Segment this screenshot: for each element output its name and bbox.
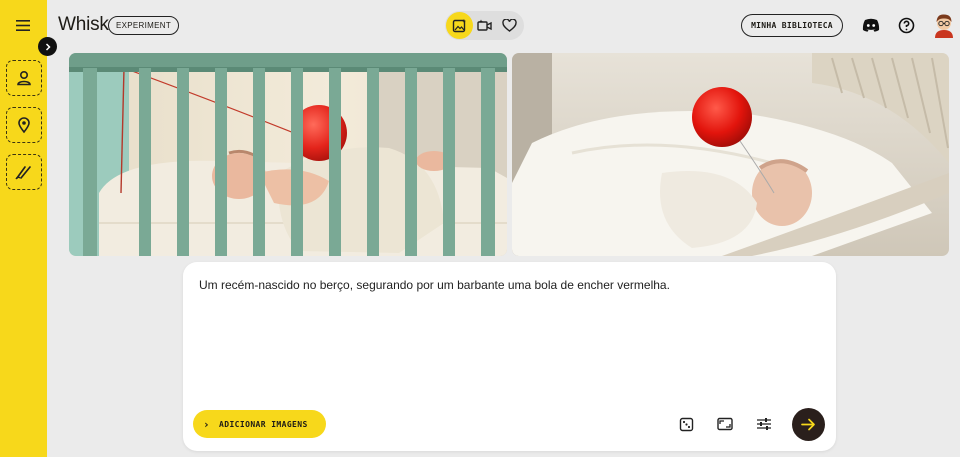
sidebar <box>0 0 47 457</box>
image-sparkle-icon <box>452 19 466 33</box>
discord-icon <box>862 18 880 32</box>
mode-favorites-button[interactable] <box>496 12 523 39</box>
menu-icon <box>16 19 30 31</box>
subject-button[interactable] <box>6 60 42 96</box>
video-icon <box>477 19 492 31</box>
settings-sliders-icon <box>757 418 771 430</box>
avatar[interactable] <box>932 12 956 38</box>
style-brush-icon <box>15 166 31 180</box>
experiment-badge: EXPERIMENT <box>108 16 180 35</box>
settings-button[interactable] <box>755 415 773 433</box>
scene-button[interactable] <box>6 107 42 143</box>
aspect-ratio-button[interactable] <box>716 415 734 433</box>
user-avatar-icon <box>935 14 953 38</box>
add-images-label: ADICIONAR IMAGENS <box>219 419 308 429</box>
scene-location-icon <box>18 117 30 134</box>
generated-image-2[interactable] <box>512 53 949 256</box>
app-title: Whisk <box>58 14 109 35</box>
add-images-button[interactable]: › ADICIONAR IMAGENS <box>193 410 326 438</box>
chevron-right-icon: › <box>203 417 211 431</box>
mode-video-button[interactable] <box>471 12 498 39</box>
heart-icon <box>502 19 517 32</box>
submit-arrow-icon <box>801 418 815 431</box>
my-library-button[interactable]: MINHA BIBLIOTECA <box>741 14 843 37</box>
menu-button[interactable] <box>12 14 34 36</box>
prompt-card: Um recém-nascido no berço, segurando por… <box>183 262 836 451</box>
expand-chevron-icon <box>45 42 51 51</box>
subject-person-icon <box>17 70 31 86</box>
help-button[interactable] <box>896 15 916 35</box>
aspect-ratio-icon <box>717 417 733 431</box>
generated-image-1[interactable] <box>69 53 507 256</box>
expand-sidebar-button[interactable] <box>38 37 57 56</box>
mode-switcher <box>445 11 524 40</box>
help-icon <box>898 17 914 33</box>
submit-button[interactable] <box>792 408 825 441</box>
style-button[interactable] <box>6 154 42 190</box>
prompt-input[interactable]: Um recém-nascido no berço, segurando por… <box>199 278 819 293</box>
mode-image-button[interactable] <box>446 12 473 39</box>
dice-random-icon <box>679 417 693 431</box>
discord-button[interactable] <box>861 15 881 35</box>
randomize-button[interactable] <box>677 415 695 433</box>
